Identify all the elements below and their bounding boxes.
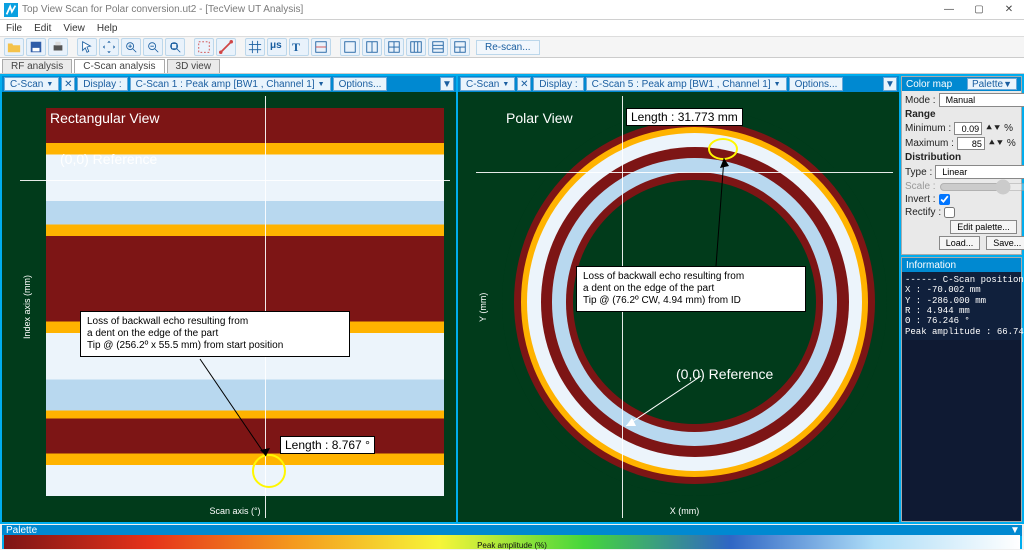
right-close-btn[interactable]: ✕ bbox=[517, 77, 531, 91]
edit-palette-button[interactable]: Edit palette... bbox=[950, 220, 1017, 234]
left-view-panel: C-Scan▼ ✕ Display : C-Scan 1 : Peak amp … bbox=[2, 76, 456, 522]
right-display-btn[interactable]: Display : bbox=[533, 77, 583, 91]
menu-help[interactable]: Help bbox=[97, 23, 118, 34]
left-close-btn[interactable]: ✕ bbox=[61, 77, 75, 91]
tab-cscan-analysis[interactable]: C-Scan analysis bbox=[74, 59, 164, 73]
zoom-in-icon[interactable] bbox=[121, 38, 141, 56]
app-icon bbox=[4, 3, 18, 17]
rectify-checkbox[interactable] bbox=[944, 207, 955, 218]
window-title: Top View Scan for Polar conversion.ut2 -… bbox=[22, 4, 934, 15]
us-icon[interactable]: μs bbox=[267, 38, 287, 56]
right-y-axis-label: Y (mm) bbox=[478, 96, 488, 518]
layout-6-icon[interactable] bbox=[450, 38, 470, 56]
save-icon[interactable] bbox=[26, 38, 46, 56]
bottom-collapse-btn[interactable]: ▼ bbox=[1008, 525, 1022, 536]
invert-checkbox[interactable] bbox=[939, 194, 950, 205]
info-title: Information bbox=[906, 260, 956, 271]
text-icon[interactable]: T bbox=[289, 38, 309, 56]
left-view-header: C-Scan▼ ✕ Display : C-Scan 1 : Peak amp … bbox=[2, 76, 456, 92]
right-collapse-btn[interactable]: ▼ bbox=[883, 77, 897, 91]
left-options-btn[interactable]: Options... bbox=[333, 77, 388, 91]
colormap-title: Color map bbox=[906, 79, 952, 90]
right-reference: (0,0) Reference bbox=[676, 366, 773, 382]
left-collapse-btn[interactable]: ▼ bbox=[440, 77, 454, 91]
zoom-fit-icon[interactable] bbox=[165, 38, 185, 56]
view-tab-strip: RF analysis C-Scan analysis 3D view bbox=[0, 58, 1024, 74]
left-view-name: Rectangular View bbox=[50, 110, 159, 126]
left-x-axis-label: Scan axis (°) bbox=[20, 506, 450, 516]
minimize-button[interactable]: — bbox=[934, 0, 964, 20]
right-view-name: Polar View bbox=[506, 110, 573, 126]
left-cscan-btn[interactable]: C-Scan▼ bbox=[4, 77, 59, 91]
left-display-value[interactable]: C-Scan 1 : Peak amp [BW1 , Channel 1]▼ bbox=[130, 77, 331, 91]
rescan-button[interactable]: Re-scan... bbox=[476, 40, 540, 55]
open-icon[interactable] bbox=[4, 38, 24, 56]
layout-5-icon[interactable] bbox=[428, 38, 448, 56]
side-column: Color map Palette ▼ Mode : Manual Range … bbox=[901, 76, 1022, 522]
layout-4-icon[interactable] bbox=[406, 38, 426, 56]
menubar: File Edit View Help bbox=[0, 20, 1024, 36]
save-palette-button[interactable]: Save... bbox=[986, 236, 1024, 250]
titlebar: Top View Scan for Polar conversion.ut2 -… bbox=[0, 0, 1024, 20]
crosshair-h bbox=[476, 172, 893, 173]
left-reference: (0,0) Reference bbox=[60, 151, 157, 167]
right-view-header: C-Scan▼ ✕ Display : C-Scan 5 : Peak amp … bbox=[458, 76, 899, 92]
bottom-palette-label: Palette bbox=[6, 525, 37, 536]
load-palette-button[interactable]: Load... bbox=[939, 236, 981, 250]
colormap-panel: Color map Palette ▼ Mode : Manual Range … bbox=[901, 76, 1022, 255]
crosshair-h bbox=[20, 180, 450, 181]
right-cscan-btn[interactable]: C-Scan▼ bbox=[460, 77, 515, 91]
menu-file[interactable]: File bbox=[6, 23, 22, 34]
mode-select[interactable]: Manual bbox=[939, 93, 1024, 107]
bottom-palette-band: Peak amplitude (%) bbox=[4, 535, 1020, 549]
right-plot[interactable]: Polar View Length : 31.773 mm Loss of ba… bbox=[476, 96, 893, 518]
left-display-btn[interactable]: Display : bbox=[77, 77, 127, 91]
right-measure: Length : 31.773 mm bbox=[626, 108, 743, 126]
right-x-axis-label: X (mm) bbox=[476, 506, 893, 516]
min-input[interactable] bbox=[954, 122, 982, 135]
palette-dropdown[interactable]: Palette ▼ bbox=[967, 78, 1017, 90]
left-measure: Length : 8.767 ° bbox=[280, 436, 375, 454]
ruler-icon[interactable] bbox=[216, 38, 236, 56]
info-panel: Information ------ C-Scan position -----… bbox=[901, 257, 1022, 522]
layout-2-icon[interactable] bbox=[362, 38, 382, 56]
info-text: ------ C-Scan position ------ X : -70.00… bbox=[902, 272, 1021, 340]
right-view-panel: C-Scan▼ ✕ Display : C-Scan 5 : Peak amp … bbox=[458, 76, 899, 522]
left-y-axis-label: Index axis (mm) bbox=[22, 96, 32, 518]
right-defect-note: Loss of backwall echo resulting from a d… bbox=[576, 266, 806, 312]
tab-3d-view[interactable]: 3D view bbox=[167, 59, 221, 73]
grid-icon[interactable] bbox=[245, 38, 265, 56]
channel-icon[interactable] bbox=[311, 38, 331, 56]
left-plot[interactable]: Rectangular View (0,0) Reference Loss of… bbox=[20, 96, 450, 518]
layout-3-icon[interactable] bbox=[384, 38, 404, 56]
right-options-btn[interactable]: Options... bbox=[789, 77, 844, 91]
print-icon[interactable] bbox=[48, 38, 68, 56]
scale-slider bbox=[939, 182, 1024, 192]
tab-rf-analysis[interactable]: RF analysis bbox=[2, 59, 72, 73]
right-defect-circle bbox=[708, 138, 738, 160]
left-defect-note: Loss of backwall echo resulting from a d… bbox=[80, 311, 350, 357]
layout-1-icon[interactable] bbox=[340, 38, 360, 56]
right-display-value[interactable]: C-Scan 5 : Peak amp [BW1 , Channel 1]▼ bbox=[586, 77, 787, 91]
zoom-out-icon[interactable] bbox=[143, 38, 163, 56]
maximize-button[interactable]: ▢ bbox=[964, 0, 994, 20]
menu-view[interactable]: View bbox=[63, 23, 85, 34]
cursor-icon[interactable] bbox=[77, 38, 97, 56]
toolbar: μs T Re-scan... bbox=[0, 36, 1024, 58]
type-select[interactable]: Linear bbox=[935, 165, 1024, 179]
rect-select-icon[interactable] bbox=[194, 38, 214, 56]
pan-icon[interactable] bbox=[99, 38, 119, 56]
left-defect-circle bbox=[252, 454, 286, 488]
bottom-palette-panel: Palette ▼ Peak amplitude (%) bbox=[2, 525, 1022, 549]
workspace: C-Scan▼ ✕ Display : C-Scan 1 : Peak amp … bbox=[0, 74, 1024, 524]
close-button[interactable]: ✕ bbox=[994, 0, 1024, 20]
max-input[interactable] bbox=[957, 137, 985, 150]
bottom-axis-label: Peak amplitude (%) bbox=[4, 541, 1020, 550]
menu-edit[interactable]: Edit bbox=[34, 23, 51, 34]
